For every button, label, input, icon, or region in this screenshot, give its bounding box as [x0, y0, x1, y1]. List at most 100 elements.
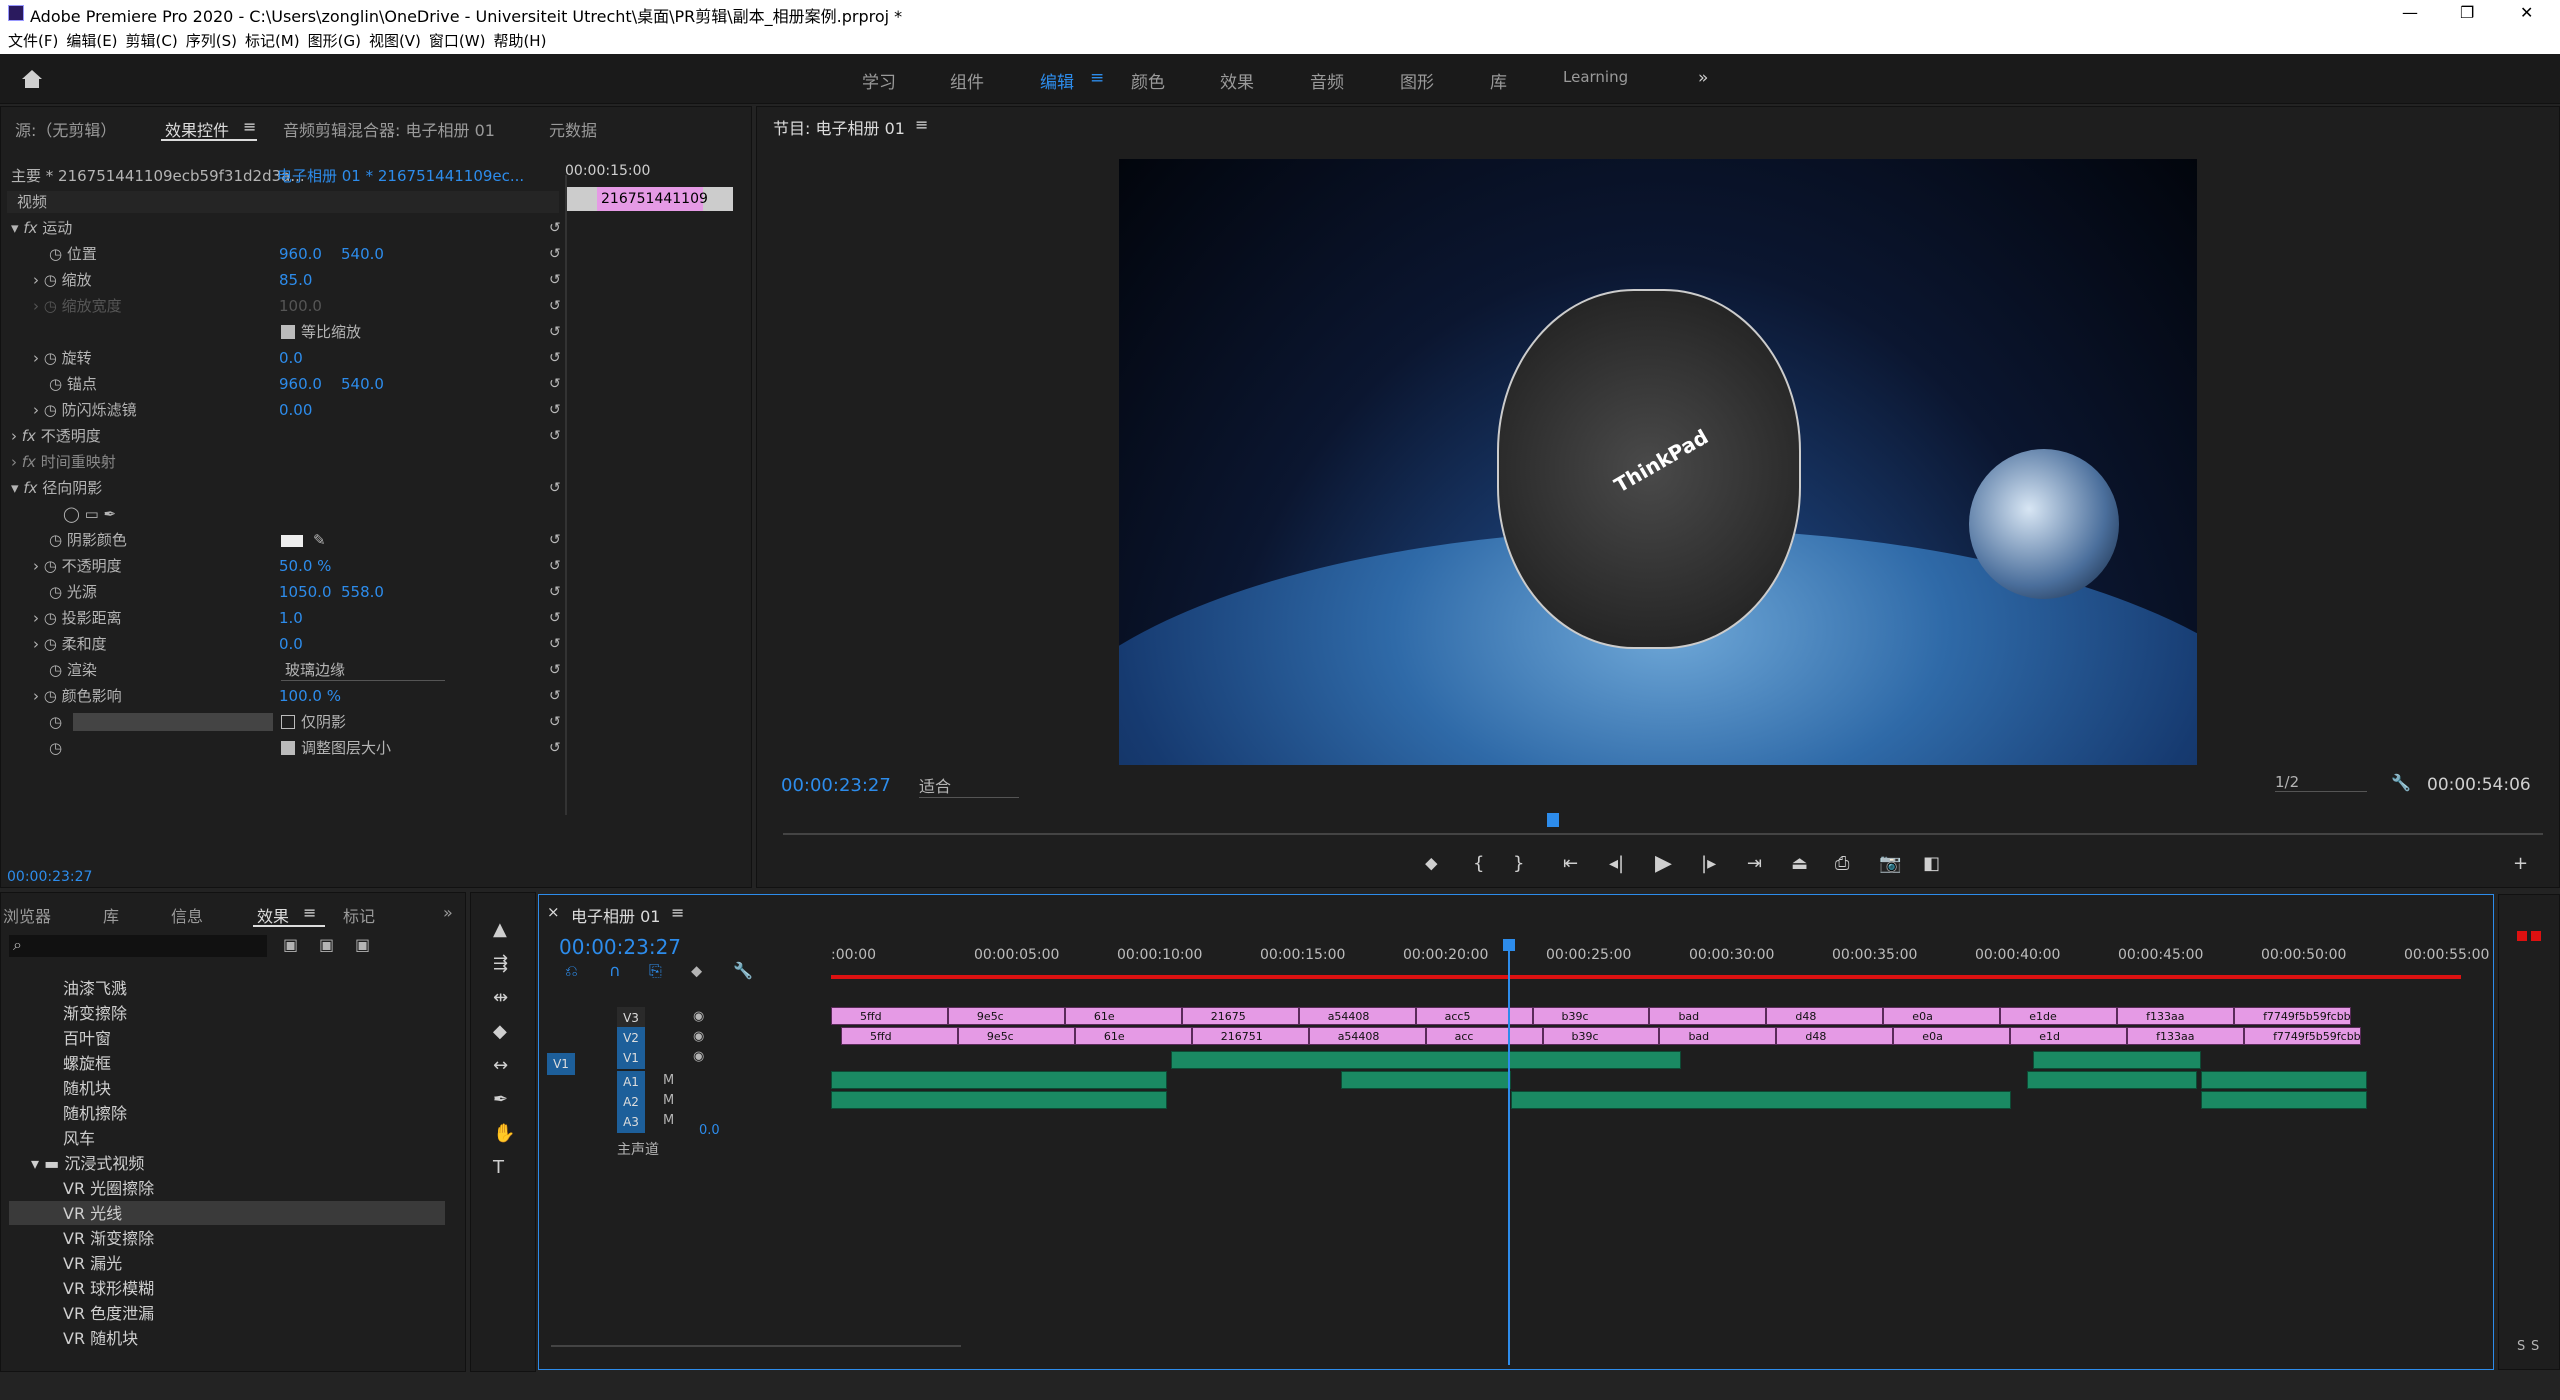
track-area[interactable]: 5ffd 9e5c 61e 21675 a54408 acc5 b39c bad d48 e0a e…	[831, 993, 2461, 1363]
bin-32-icon[interactable]: ▣	[319, 935, 334, 954]
menu-help[interactable]: 帮助(H)	[493, 28, 546, 54]
effect-item[interactable]: VR 光圈擦除	[63, 1175, 154, 1199]
program-playhead[interactable]	[1547, 813, 1559, 827]
home-icon[interactable]	[20, 68, 44, 90]
video-clip[interactable]: 61e	[1074, 1027, 1192, 1045]
video-clip[interactable]: 21675	[1181, 1007, 1299, 1025]
type-tool-icon[interactable]: T	[493, 1157, 504, 1178]
folder-immersive-video[interactable]: ▾ ▬ 沉浸式视频	[31, 1150, 144, 1174]
effect-item[interactable]: 随机擦除	[63, 1100, 127, 1124]
effect-opacity[interactable]: › fx 不透明度 ↺	[11, 423, 561, 449]
video-clip[interactable]: b39c	[1532, 1007, 1650, 1025]
effect-time-remap[interactable]: › fx 时间重映射	[11, 449, 561, 475]
program-menu-icon[interactable]: ≡	[915, 115, 928, 134]
track-target-v1[interactable]: V1	[617, 1047, 645, 1069]
workspace-effects[interactable]: 效果	[1220, 68, 1254, 93]
video-clip[interactable]: acc	[1425, 1027, 1543, 1045]
ellipse-mask-icon[interactable]: ◯	[63, 505, 80, 523]
timeline-tab[interactable]: 电子相册 01	[571, 903, 660, 927]
workspace-color[interactable]: 颜色	[1131, 68, 1165, 93]
effect-item[interactable]: VR 球形模糊	[63, 1275, 154, 1299]
video-clip[interactable]: f133aa	[2117, 1007, 2235, 1025]
mute-button[interactable]: M	[663, 1093, 674, 1108]
effects-search-input[interactable]: ⌕	[9, 935, 267, 957]
menu-sequence[interactable]: 序列(S)	[186, 28, 237, 54]
effect-radial-shadow[interactable]: ▾ fx 径向阴影 ↺	[11, 475, 561, 501]
step-back-icon[interactable]: ◂|	[1609, 853, 1624, 874]
add-marker-icon[interactable]: ⬥	[1425, 853, 1438, 874]
audio-clip[interactable]	[1511, 1091, 2011, 1109]
close-button[interactable]: ✕	[2520, 3, 2533, 22]
effect-motion[interactable]: ▾ fx 运动 ↺	[11, 215, 561, 241]
track-select-tool-icon[interactable]: ⇶	[493, 953, 508, 974]
audio-clip[interactable]	[2201, 1071, 2367, 1089]
effect-item[interactable]: 油漆飞溅	[63, 975, 127, 999]
step-forward-icon[interactable]: |▸	[1701, 853, 1716, 874]
menu-graphics[interactable]: 图形(G)	[308, 28, 361, 54]
timeline-timecode[interactable]: 00:00:23:27	[559, 935, 681, 959]
video-clip[interactable]: 61e	[1064, 1007, 1182, 1025]
workspace-editing[interactable]: 编辑	[1040, 68, 1074, 93]
effect-item[interactable]: VR 色度泄漏	[63, 1300, 154, 1324]
fit-dropdown[interactable]: 适合	[919, 773, 1019, 798]
program-video-frame[interactable]: ThinkPad	[1119, 159, 2197, 765]
timeline-playhead[interactable]	[1508, 945, 1510, 1365]
workspace-audio[interactable]: 音频	[1310, 68, 1344, 93]
track-target-a2[interactable]: A2	[617, 1091, 645, 1113]
go-to-in-icon[interactable]: ⇤	[1563, 853, 1578, 874]
tab-libraries[interactable]: 库	[103, 903, 119, 927]
shadow-only-checkbox[interactable]	[281, 715, 295, 729]
video-clip[interactable]: bad	[1659, 1027, 1777, 1045]
play-icon[interactable]: ▶	[1655, 851, 1672, 876]
audio-clip[interactable]	[2201, 1091, 2367, 1109]
menu-clip[interactable]: 剪辑(C)	[126, 28, 178, 54]
timeline-h-scrollbar[interactable]	[551, 1345, 961, 1347]
ripple-edit-tool-icon[interactable]: ⇹	[493, 987, 508, 1008]
render-dropdown[interactable]: 玻璃边缘	[281, 659, 445, 681]
effect-controls-timecode[interactable]: 00:00:23:27	[7, 869, 92, 885]
uniform-scale-checkbox[interactable]	[281, 325, 295, 339]
track-target-a3[interactable]: A3	[617, 1111, 645, 1133]
toggle-output-icon[interactable]: ◉	[693, 1049, 704, 1064]
button-editor-icon[interactable]: +	[2513, 853, 2528, 874]
video-clip[interactable]: b39c	[1542, 1027, 1660, 1045]
video-clip[interactable]: a54408	[1298, 1007, 1416, 1025]
compare-view-icon[interactable]: ◧	[1923, 853, 1940, 874]
workspace-learning[interactable]: Learning	[1563, 68, 1628, 86]
resize-layer-checkbox[interactable]	[281, 741, 295, 755]
shadow-color-swatch[interactable]	[281, 535, 303, 547]
effect-item[interactable]: 随机块	[63, 1075, 111, 1099]
audio-clip[interactable]	[831, 1091, 1167, 1109]
rect-mask-icon[interactable]: ▭	[85, 505, 99, 523]
tab-media-browser[interactable]: 浏览器	[3, 903, 51, 927]
bin-yuv-icon[interactable]: ▣	[355, 935, 370, 954]
mute-button[interactable]: M	[663, 1113, 674, 1128]
effect-item[interactable]: 渐变擦除	[63, 1000, 127, 1024]
audio-clip[interactable]	[1171, 1051, 1681, 1069]
track-target-v2[interactable]: V2	[617, 1027, 645, 1049]
tab-effect-controls[interactable]: 效果控件	[165, 117, 229, 141]
solo-right[interactable]: S	[2531, 1339, 2539, 1354]
video-clip[interactable]: e0a	[1893, 1027, 2011, 1045]
resolution-dropdown[interactable]: 1/2	[2275, 773, 2367, 792]
tab-markers[interactable]: 标记	[343, 903, 375, 927]
audio-clip[interactable]	[1341, 1071, 1511, 1089]
tab-effects[interactable]: 效果	[257, 903, 289, 927]
video-clip[interactable]: 5ffd	[831, 1007, 948, 1025]
sequence-clip-label[interactable]: 电子相册 01 * 216751441109ec...	[277, 165, 524, 186]
track-target-v3[interactable]: V3	[617, 1007, 645, 1029]
tab-audio-mixer[interactable]: 音频剪辑混合器: 电子相册 01	[283, 117, 495, 141]
mini-timeline-clip[interactable]: 216751441109	[597, 187, 708, 211]
video-clip[interactable]: f7749f5b59fcbb96	[2244, 1027, 2361, 1045]
video-clip[interactable]: bad	[1649, 1007, 1767, 1025]
tab-info[interactable]: 信息	[171, 903, 203, 927]
video-clip[interactable]: 216751	[1191, 1027, 1309, 1045]
maximize-button[interactable]: ❐	[2460, 3, 2474, 22]
workspace-menu-icon[interactable]: ≡	[1090, 68, 1104, 88]
selection-tool-icon[interactable]: ▲	[493, 919, 507, 940]
video-clip[interactable]: d48	[1776, 1027, 1894, 1045]
video-clip[interactable]: 5ffd	[841, 1027, 958, 1045]
tab-source[interactable]: 源:（无剪辑）	[15, 117, 116, 141]
timeline-settings-icon[interactable]: 🔧	[733, 961, 753, 980]
video-clip[interactable]: f7749f5b59fcbb96	[2234, 1007, 2351, 1025]
